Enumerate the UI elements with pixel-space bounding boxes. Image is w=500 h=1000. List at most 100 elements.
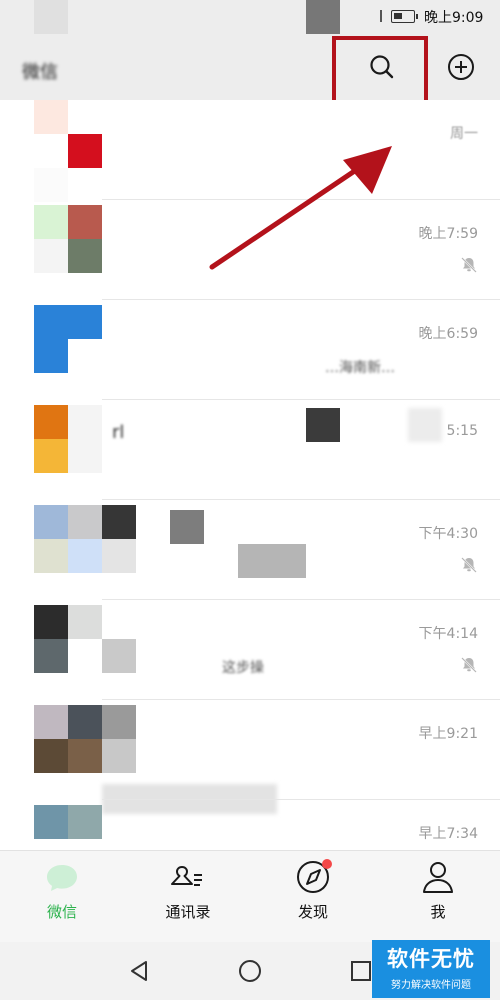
add-button[interactable] bbox=[441, 47, 481, 87]
tab-label: 发现 bbox=[297, 903, 328, 921]
avatar-tile bbox=[68, 605, 102, 639]
avatar bbox=[34, 605, 136, 673]
chat-row[interactable]: rl 5:15 bbox=[0, 400, 500, 500]
avatar-tile bbox=[68, 405, 102, 439]
avatar-tile bbox=[102, 539, 136, 573]
avatar-tile bbox=[102, 505, 136, 539]
avatar-tile bbox=[68, 439, 102, 473]
avatar-tile bbox=[68, 505, 102, 539]
tab-me[interactable]: 我 bbox=[393, 857, 483, 937]
mute-bell-icon bbox=[461, 557, 477, 573]
chat-time: 下午4:30 bbox=[418, 526, 478, 542]
mute-bell-icon bbox=[461, 657, 477, 673]
avatar-tile bbox=[34, 339, 68, 373]
battery-icon bbox=[391, 10, 418, 23]
status-bar: 晚上9:09 bbox=[0, 0, 500, 34]
avatar-tile bbox=[34, 605, 68, 639]
avatar-tile bbox=[68, 168, 102, 202]
avatar-tile bbox=[68, 134, 102, 168]
contacts-icon bbox=[171, 866, 202, 886]
avatar-tile bbox=[34, 100, 68, 134]
avatar-tile bbox=[34, 405, 68, 439]
chat-row[interactable]: 周一 bbox=[0, 100, 500, 202]
signal-icon bbox=[380, 10, 382, 22]
avatar-tile bbox=[68, 539, 102, 573]
avatar bbox=[34, 505, 136, 573]
avatar-tile bbox=[102, 639, 136, 673]
chat-name: rl bbox=[112, 422, 125, 443]
chat-time: 晚上7:59 bbox=[418, 226, 478, 242]
avatar-tile bbox=[102, 739, 136, 773]
back-triangle-icon[interactable] bbox=[124, 956, 154, 986]
avatar-tile bbox=[102, 605, 136, 639]
avatar-tile bbox=[68, 839, 102, 850]
avatar-tile bbox=[34, 205, 68, 239]
chat-snippet: 这步操 bbox=[222, 660, 264, 676]
chat-bubble-icon bbox=[47, 865, 77, 891]
chat-row[interactable]: 晚上7:59 bbox=[0, 200, 500, 300]
avatar-tile bbox=[102, 705, 136, 739]
tab-label: 通讯录 bbox=[165, 903, 211, 921]
avatar-tile bbox=[34, 439, 68, 473]
chat-time: 周一 bbox=[450, 126, 478, 142]
avatar-tile bbox=[34, 305, 68, 339]
avatar-tile bbox=[68, 805, 102, 839]
chat-time: 早上7:34 bbox=[418, 826, 478, 842]
blur-block bbox=[306, 408, 340, 442]
page-title: 微信 bbox=[22, 62, 58, 83]
chat-row[interactable]: 这步操 下午4:14 bbox=[0, 600, 500, 700]
avatar-tile bbox=[34, 705, 68, 739]
avatar bbox=[34, 100, 102, 202]
watermark-title: 软件无忧 bbox=[387, 947, 475, 971]
avatar-tile bbox=[34, 239, 68, 273]
avatar-tile bbox=[34, 839, 68, 850]
watermark-subtitle: 努力解决软件问题 bbox=[391, 980, 471, 991]
chat-time: 晚上6:59 bbox=[418, 326, 478, 342]
avatar-tile bbox=[34, 639, 68, 673]
avatar bbox=[34, 405, 102, 473]
tab-label: 微信 bbox=[46, 903, 77, 921]
avatar-tile bbox=[68, 639, 102, 673]
notification-dot bbox=[322, 859, 332, 869]
status-time: 晚上9:09 bbox=[424, 10, 484, 26]
tab-chats[interactable]: 微信 bbox=[17, 857, 107, 937]
blur-block bbox=[170, 510, 204, 544]
avatar-tile bbox=[34, 539, 68, 573]
bottom-nav: 微信 通讯录 发现 我 bbox=[0, 850, 500, 942]
chat-row[interactable]: 晚上6:59 …海南新… bbox=[0, 300, 500, 400]
avatar-tile bbox=[34, 505, 68, 539]
avatar bbox=[34, 205, 102, 273]
chat-row[interactable]: 早上9:21 bbox=[0, 700, 500, 814]
avatar bbox=[34, 305, 102, 373]
chat-time: 早上9:21 bbox=[418, 726, 478, 742]
blur-block bbox=[238, 544, 306, 578]
avatar-tile bbox=[68, 205, 102, 239]
avatar-tile bbox=[34, 134, 68, 168]
status-blur bbox=[306, 0, 340, 34]
chat-row[interactable]: 下午4:30 bbox=[0, 500, 500, 600]
mute-bell-icon bbox=[461, 257, 477, 273]
avatar-tile bbox=[34, 805, 68, 839]
watermark-logo: 软件无忧 努力解决软件问题 bbox=[372, 940, 490, 998]
avatar bbox=[34, 805, 102, 850]
blur-block bbox=[408, 408, 442, 442]
avatar-tile bbox=[68, 739, 102, 773]
chat-time: 下午4:14 bbox=[418, 626, 478, 642]
avatar-tile bbox=[34, 168, 68, 202]
avatar-tile bbox=[68, 305, 102, 339]
tab-contacts[interactable]: 通讯录 bbox=[143, 857, 233, 937]
chat-time: 5:15 bbox=[446, 423, 478, 439]
status-blur bbox=[34, 0, 68, 34]
tab-label: 我 bbox=[430, 903, 446, 921]
tab-discover[interactable]: 发现 bbox=[268, 857, 358, 937]
chat-row[interactable]: 早上7:34 bbox=[0, 800, 500, 850]
chat-snippet: …海南新… bbox=[325, 360, 395, 376]
avatar-tile bbox=[68, 239, 102, 273]
avatar bbox=[34, 705, 136, 773]
person-icon bbox=[423, 862, 453, 893]
chat-list: 周一 晚上7:59 晚上6:59 …海南新… rl 5:15 下午4:30 这步… bbox=[0, 100, 500, 850]
plus-circle-icon bbox=[448, 54, 474, 80]
home-circle-icon[interactable] bbox=[235, 956, 265, 986]
avatar-tile bbox=[68, 705, 102, 739]
avatar-tile bbox=[34, 739, 68, 773]
